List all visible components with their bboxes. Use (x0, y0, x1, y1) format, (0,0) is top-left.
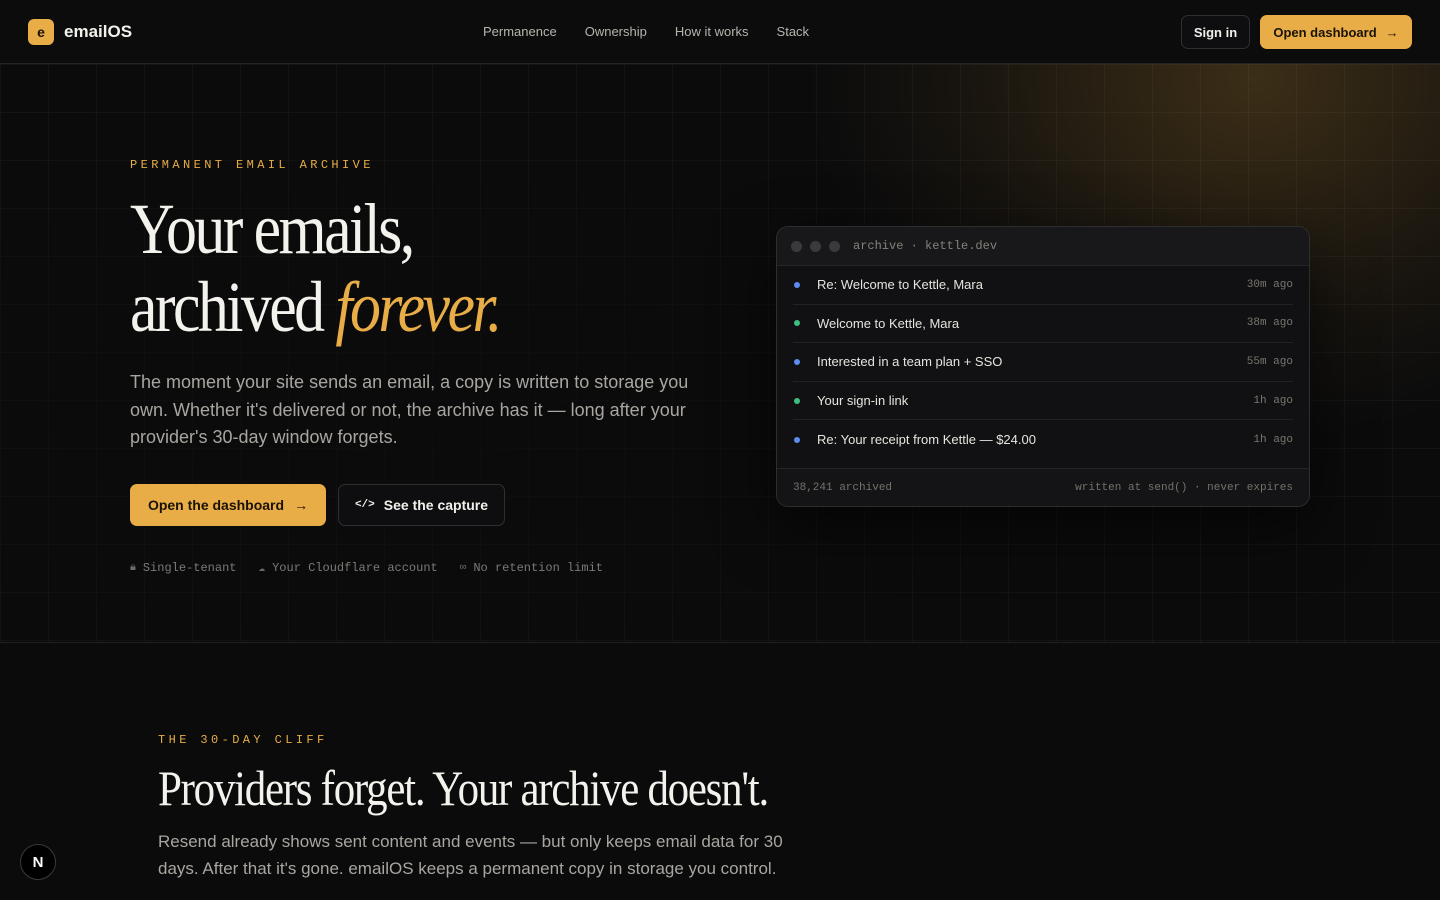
status-dot-icon (794, 397, 800, 404)
badge-label: No retention limit (473, 561, 603, 575)
badge-single-tenant: 🔒︎ Single-tenant (130, 561, 236, 575)
logo-mark-icon: e (28, 19, 54, 45)
email-row[interactable]: Re: Welcome to Kettle, Mara 30m ago (793, 266, 1293, 305)
hero-title-line1: Your emails, (130, 189, 415, 269)
window-dot-icon (810, 240, 821, 252)
email-time: 38m ago (1246, 317, 1293, 330)
email-subject: Welcome to Kettle, Mara (817, 315, 960, 331)
open-dashboard-label: Open dashboard (1273, 24, 1377, 40)
email-subject: Re: Your receipt from Kettle — $24.00 (817, 432, 1036, 448)
status-dot-icon (794, 436, 800, 443)
arrow-right-icon: → (1385, 24, 1399, 40)
section-divider (0, 642, 1440, 643)
window-dot-icon (829, 240, 840, 252)
badge-no-retention-limit: ∞ No retention limit (460, 561, 603, 575)
brand-logo[interactable]: e emailOS (28, 19, 132, 45)
arrow-right-icon: → (294, 497, 309, 513)
email-time: 55m ago (1246, 355, 1293, 368)
open-the-dashboard-button[interactable]: Open the dashboard → (130, 484, 326, 526)
window-dot-icon (791, 240, 802, 252)
email-subject: Re: Welcome to Kettle, Mara (817, 277, 983, 293)
section-subtitle: Resend already shows sent content and ev… (158, 832, 783, 878)
cloud-icon: ☁︎ (258, 563, 266, 575)
email-subject: Your sign-in link (817, 393, 909, 409)
section-title: Providers forget. Your archive doesn't. (158, 760, 769, 816)
window-titlebar: archive · kettle.dev (777, 227, 1309, 266)
window-footer: 38,241 archived written at send() · neve… (777, 468, 1309, 506)
badge-label: Single-tenant (142, 561, 237, 575)
hero-title-accent: forever. (335, 267, 502, 347)
nav-link-ownership[interactable]: Ownership (585, 24, 647, 39)
nav-link-permanence[interactable]: Permanence (483, 24, 557, 39)
open-the-dashboard-label: Open the dashboard (147, 497, 285, 513)
window-title: archive · kettle.dev (853, 239, 998, 253)
email-subject: Interested in a team plan + SSO (817, 354, 1003, 370)
lock-icon: 🔒︎ (130, 562, 136, 574)
email-time: 30m ago (1246, 278, 1293, 291)
top-nav-bar: e emailOS Permanence Ownership How it wo… (0, 0, 1440, 64)
hero-subtitle: The moment your site sends an email, a c… (130, 372, 689, 447)
badge-label: Your Cloudflare account (272, 561, 438, 575)
nav-link-stack[interactable]: Stack (777, 24, 810, 39)
archive-preview-window: archive · kettle.dev Re: Welcome to Kett… (776, 226, 1310, 507)
see-the-capture-button[interactable]: </> See the capture (338, 484, 505, 526)
dev-tools-badge[interactable]: N (20, 844, 56, 880)
status-dot-icon (794, 281, 800, 288)
code-icon: </> (354, 499, 375, 511)
hero-title: Your emails, archived forever. (130, 189, 502, 347)
infinity-icon: ∞ (459, 562, 467, 574)
brand-name: emailOS (64, 22, 133, 41)
email-row[interactable]: Re: Your receipt from Kettle — $24.00 1h… (793, 420, 1293, 459)
open-dashboard-button[interactable]: Open dashboard → (1260, 15, 1412, 49)
email-row[interactable]: Your sign-in link 1h ago (793, 382, 1293, 421)
archived-count: 38,241 archived (793, 481, 893, 494)
email-list: Re: Welcome to Kettle, Mara 30m ago Welc… (777, 266, 1309, 459)
sign-in-button[interactable]: Sign in (1181, 15, 1250, 49)
email-row[interactable]: Welcome to Kettle, Mara 38m ago (793, 305, 1293, 344)
archive-footnote: written at send() · never expires (1075, 481, 1293, 494)
status-dot-icon (794, 358, 800, 365)
nav-link-how-it-works[interactable]: How it works (675, 24, 749, 39)
badge-cloudflare-account: ☁︎ Your Cloudflare account (258, 561, 437, 575)
hero-eyebrow: PERMANENT EMAIL ARCHIVE (130, 158, 374, 172)
section-eyebrow: THE 30-DAY CLIFF (158, 733, 328, 747)
status-dot-icon (794, 320, 800, 327)
email-time: 1h ago (1253, 394, 1293, 407)
email-row[interactable]: Interested in a team plan + SSO 55m ago (793, 343, 1293, 382)
email-time: 1h ago (1253, 433, 1293, 446)
hero-title-line2: archived (130, 267, 325, 347)
see-the-capture-label: See the capture (383, 497, 489, 513)
main-nav: Permanence Ownership How it works Stack (483, 24, 837, 39)
feature-badges: 🔒︎ Single-tenant ☁︎ Your Cloudflare acco… (130, 561, 625, 575)
